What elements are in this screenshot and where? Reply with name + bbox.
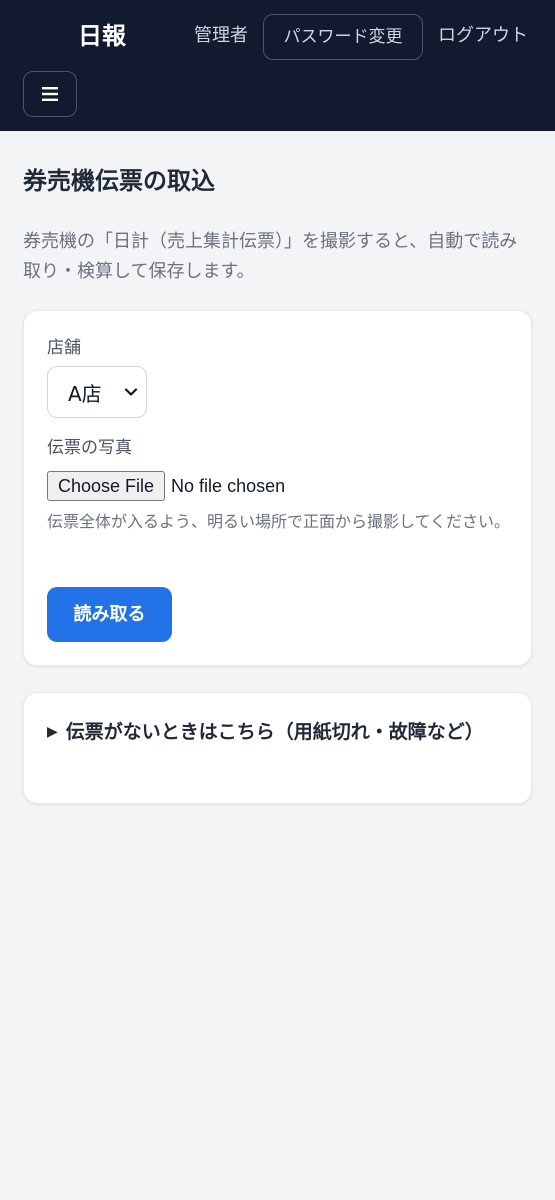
top-navbar: 日報 管理者 パスワード変更 ログアウト bbox=[0, 0, 555, 131]
hamburger-menu-icon bbox=[42, 87, 58, 101]
file-input: Choose File No file chosen bbox=[47, 471, 285, 501]
page-title: 券売機伝票の取込 bbox=[23, 167, 215, 195]
choose-file-button[interactable]: Choose File bbox=[47, 471, 166, 501]
nav-admin-link[interactable]: 管理者 bbox=[194, 22, 248, 50]
menu-toggle-button[interactable] bbox=[23, 71, 77, 117]
store-select[interactable]: A店 bbox=[47, 366, 147, 418]
no-slip-summary[interactable]: ▶ 伝票がないときはこちら（用紙切れ・故障など） bbox=[47, 717, 517, 747]
disclosure-triangle-icon: ▶ bbox=[47, 724, 58, 740]
brand-title[interactable]: 日報 bbox=[78, 18, 126, 54]
photo-label: 伝票の写真 bbox=[47, 438, 132, 458]
logout-link[interactable]: ログアウト bbox=[438, 22, 528, 50]
photo-hint: 伝票全体が入るよう、明るい場所で正面から撮影してください。 bbox=[47, 512, 511, 531]
store-select-value: A店 bbox=[68, 381, 102, 406]
file-status-text: No file chosen bbox=[171, 475, 286, 496]
read-submit-button[interactable]: 読み取る bbox=[47, 587, 172, 642]
page-description: 券売機の「日計（売上集計伝票）」を撮影すると、自動で読み取り・検算して保存します… bbox=[23, 231, 518, 282]
no-slip-summary-text: 伝票がないときはこちら（用紙切れ・故障など） bbox=[65, 721, 484, 743]
upload-card: 店舗 A店 伝票の写真 Choose File No file chosen 伝… bbox=[23, 310, 532, 666]
store-label: 店舗 bbox=[47, 338, 81, 358]
chevron-down-icon bbox=[124, 388, 138, 396]
no-slip-details: ▶ 伝票がないときはこちら（用紙切れ・故障など） bbox=[23, 692, 532, 804]
change-password-button[interactable]: パスワード変更 bbox=[263, 14, 423, 60]
